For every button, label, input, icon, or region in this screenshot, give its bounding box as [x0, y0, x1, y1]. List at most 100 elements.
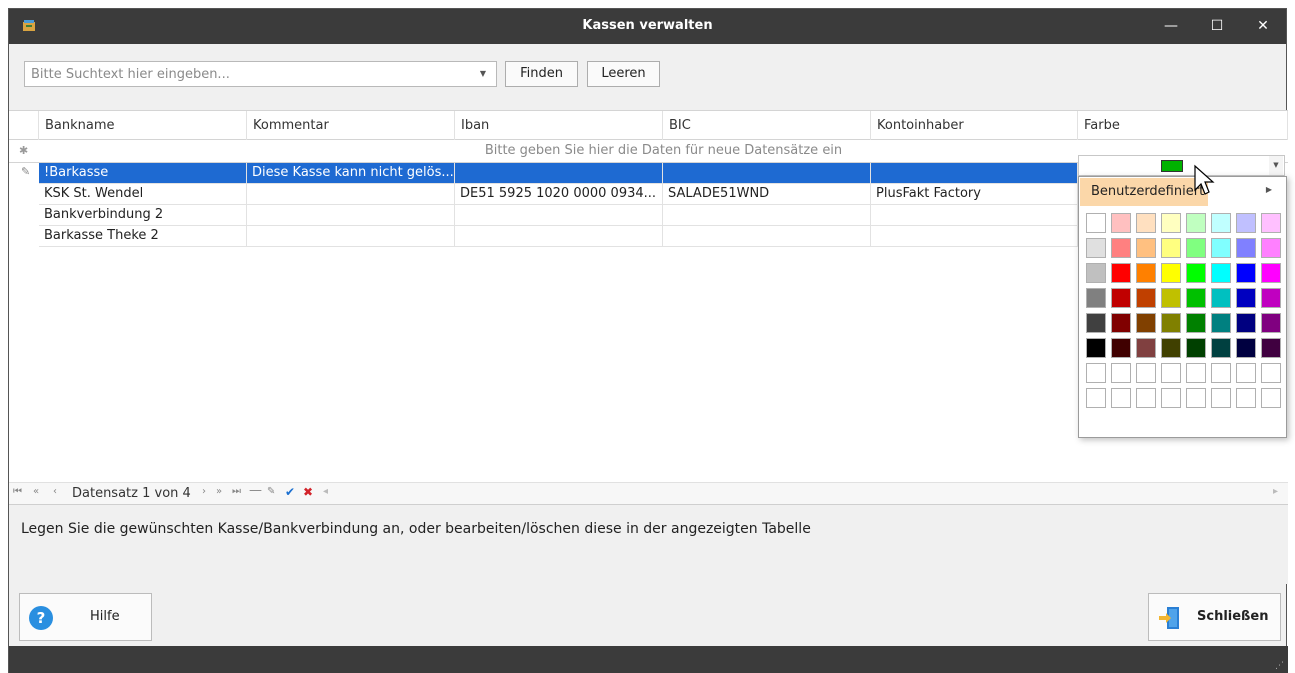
- color-swatch-option[interactable]: [1136, 238, 1156, 258]
- cell-kontoinhaber[interactable]: [871, 205, 1078, 226]
- color-swatch-option[interactable]: [1161, 288, 1181, 308]
- cell-iban[interactable]: [455, 163, 663, 184]
- search-input[interactable]: [24, 61, 497, 87]
- cancel-record-icon[interactable]: ✖: [303, 485, 313, 499]
- find-button[interactable]: Finden: [505, 61, 578, 87]
- cell-bankname[interactable]: !Barkasse: [39, 163, 247, 184]
- color-swatch-option[interactable]: [1186, 263, 1206, 283]
- color-swatch-option[interactable]: [1261, 213, 1281, 233]
- color-swatch-option[interactable]: [1211, 288, 1231, 308]
- color-swatch-option[interactable]: [1136, 288, 1156, 308]
- color-swatch-option[interactable]: [1136, 213, 1156, 233]
- color-swatch-option[interactable]: [1136, 338, 1156, 358]
- color-swatch-option[interactable]: [1186, 388, 1206, 408]
- color-swatch-option[interactable]: [1261, 263, 1281, 283]
- color-swatch-option[interactable]: [1111, 313, 1131, 333]
- color-swatch-option[interactable]: [1236, 313, 1256, 333]
- cell-kommentar[interactable]: [247, 205, 455, 226]
- next-page-icon[interactable]: »: [216, 486, 222, 497]
- column-header-farbe[interactable]: Farbe: [1078, 111, 1288, 140]
- edit-record-icon[interactable]: ✎: [267, 486, 275, 497]
- column-header-bankname[interactable]: Bankname: [39, 111, 247, 140]
- color-swatch-option[interactable]: [1261, 363, 1281, 383]
- color-swatch-option[interactable]: [1261, 338, 1281, 358]
- color-swatch-option[interactable]: [1086, 388, 1106, 408]
- color-swatch-option[interactable]: [1211, 388, 1231, 408]
- cell-bankname[interactable]: KSK St. Wendel: [39, 184, 247, 205]
- color-swatch-option[interactable]: [1111, 213, 1131, 233]
- color-swatch-option[interactable]: [1211, 238, 1231, 258]
- color-editor[interactable]: ▼: [1078, 155, 1285, 176]
- color-swatch-option[interactable]: [1136, 313, 1156, 333]
- close-button[interactable]: Schließen: [1148, 593, 1281, 641]
- color-swatch-option[interactable]: [1236, 288, 1256, 308]
- color-swatch-option[interactable]: [1111, 238, 1131, 258]
- color-swatch-option[interactable]: [1111, 338, 1131, 358]
- color-swatch-option[interactable]: [1086, 363, 1106, 383]
- cell-kommentar[interactable]: Diese Kasse kann nicht gelös...: [247, 163, 455, 184]
- color-swatch-option[interactable]: [1211, 213, 1231, 233]
- color-swatch-option[interactable]: [1136, 363, 1156, 383]
- post-record-icon[interactable]: ✔: [285, 485, 295, 499]
- color-swatch-option[interactable]: [1161, 238, 1181, 258]
- tab-benutzerdefiniert[interactable]: Benutzerdefiniert: [1080, 178, 1208, 206]
- color-swatch-option[interactable]: [1086, 238, 1106, 258]
- column-header-iban[interactable]: Iban: [455, 111, 663, 140]
- minimize-button[interactable]: —: [1148, 9, 1194, 44]
- color-swatch-option[interactable]: [1236, 263, 1256, 283]
- color-swatch-option[interactable]: [1261, 288, 1281, 308]
- color-swatch-option[interactable]: [1186, 313, 1206, 333]
- color-swatch-option[interactable]: [1236, 338, 1256, 358]
- help-button[interactable]: ? Hilfe: [19, 593, 152, 641]
- color-swatch-option[interactable]: [1161, 263, 1181, 283]
- color-swatch-option[interactable]: [1161, 338, 1181, 358]
- cell-bankname[interactable]: Barkasse Theke 2: [39, 226, 247, 247]
- prev-page-icon[interactable]: «: [33, 486, 39, 497]
- color-swatch-option[interactable]: [1111, 388, 1131, 408]
- column-header-bic[interactable]: BIC: [663, 111, 871, 140]
- close-window-button[interactable]: ✕: [1240, 9, 1286, 44]
- cell-kontoinhaber[interactable]: [871, 226, 1078, 247]
- color-swatch-option[interactable]: [1136, 388, 1156, 408]
- maximize-button[interactable]: ☐: [1194, 9, 1240, 44]
- color-swatch-option[interactable]: [1111, 263, 1131, 283]
- color-swatch-option[interactable]: [1136, 263, 1156, 283]
- color-swatch-option[interactable]: [1186, 338, 1206, 358]
- cell-kommentar[interactable]: [247, 184, 455, 205]
- cell-kommentar[interactable]: [247, 226, 455, 247]
- color-swatch-option[interactable]: [1086, 263, 1106, 283]
- cell-iban[interactable]: DE51 5925 1020 0000 0934...: [455, 184, 663, 205]
- color-swatch-option[interactable]: [1211, 338, 1231, 358]
- color-swatch-option[interactable]: [1086, 313, 1106, 333]
- color-swatch-option[interactable]: [1236, 213, 1256, 233]
- delete-record-icon[interactable]: —: [249, 483, 262, 498]
- color-swatch-option[interactable]: [1211, 263, 1231, 283]
- color-swatch-option[interactable]: [1236, 363, 1256, 383]
- cell-iban[interactable]: [455, 205, 663, 226]
- color-swatch-option[interactable]: [1211, 363, 1231, 383]
- color-swatch-option[interactable]: [1086, 213, 1106, 233]
- chevron-down-icon[interactable]: ▼: [475, 66, 491, 82]
- color-swatch-option[interactable]: [1211, 313, 1231, 333]
- color-swatch-option[interactable]: [1261, 388, 1281, 408]
- cell-bic[interactable]: [663, 163, 871, 184]
- color-swatch-option[interactable]: [1111, 288, 1131, 308]
- color-swatch-option[interactable]: [1186, 238, 1206, 258]
- color-swatch-option[interactable]: [1161, 313, 1181, 333]
- column-header-kommentar[interactable]: Kommentar: [247, 111, 455, 140]
- color-swatch-option[interactable]: [1236, 238, 1256, 258]
- scroll-left-icon[interactable]: ◂: [323, 486, 328, 497]
- scroll-right-icon[interactable]: ▸: [1273, 486, 1278, 497]
- prev-record-icon[interactable]: ‹: [53, 486, 57, 497]
- color-swatch-option[interactable]: [1186, 363, 1206, 383]
- last-record-icon[interactable]: ⏭: [232, 486, 241, 497]
- cell-kontoinhaber[interactable]: PlusFakt Factory: [871, 184, 1078, 205]
- color-swatch-option[interactable]: [1186, 288, 1206, 308]
- color-swatch-option[interactable]: [1261, 313, 1281, 333]
- cell-bic[interactable]: [663, 226, 871, 247]
- chevron-right-icon[interactable]: ▶: [1266, 185, 1272, 194]
- color-swatch-option[interactable]: [1186, 213, 1206, 233]
- color-swatch-option[interactable]: [1086, 288, 1106, 308]
- cell-bankname[interactable]: Bankverbindung 2: [39, 205, 247, 226]
- resize-grip-icon[interactable]: ⋰: [1275, 661, 1284, 671]
